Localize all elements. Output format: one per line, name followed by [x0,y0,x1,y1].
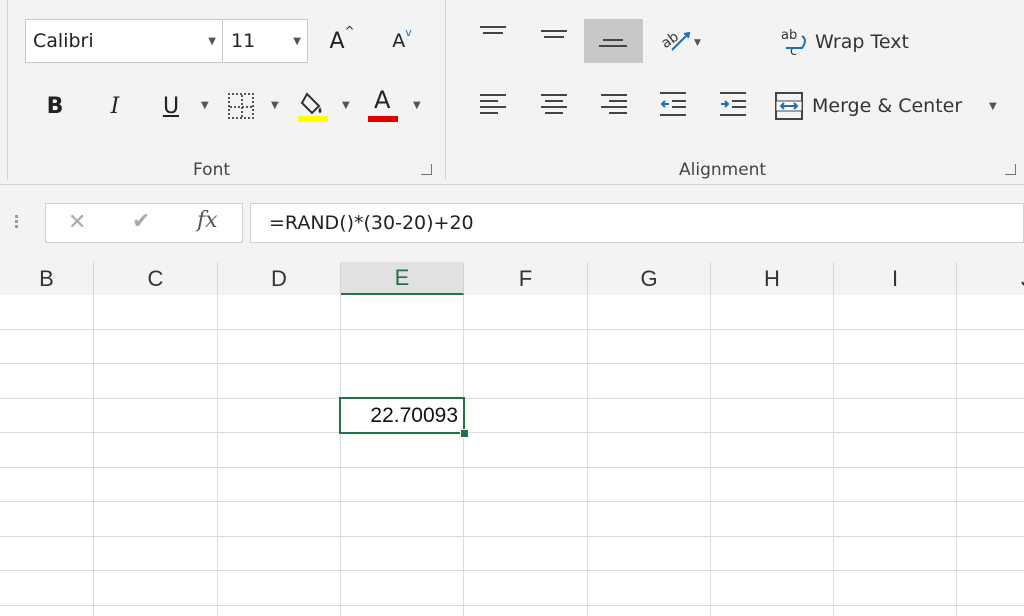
column-header-j[interactable]: J [957,262,1024,295]
gridline [0,363,1024,364]
alignment-dialog-launcher-icon[interactable] [1005,164,1016,175]
formula-text: =RAND()*(30-20)+20 [269,212,474,234]
column-header-g[interactable]: G [588,262,711,295]
group-separator [445,0,446,180]
column-header-c[interactable]: C [94,262,218,295]
borders-icon[interactable] [228,93,254,119]
svg-text:ab: ab [781,28,797,43]
enter-check-icon[interactable]: ✔ [132,209,150,234]
column-header-i[interactable]: I [834,262,957,295]
gridline [0,605,1024,606]
grip-handle-icon[interactable] [15,213,19,233]
wrap-text-icon: ab c [781,28,806,58]
gridline [217,295,218,616]
underline-dropdown-chevron[interactable]: ▼ [201,100,209,111]
insert-function-button[interactable]: fx [197,208,218,233]
gridline [340,295,341,616]
increase-indent-icon [720,92,746,116]
font-color-swatch [368,116,398,122]
fill-color-button[interactable] [298,88,330,124]
gridline [0,467,1024,468]
merge-center-label: Merge & Center [812,95,963,117]
increase-font-size-button[interactable]: A ^ [322,22,362,60]
gridline [710,295,711,616]
alignment-group-label: Alignment [679,160,767,180]
decrease-indent-button[interactable] [660,90,688,120]
column-header-f[interactable]: F [464,262,588,295]
font-name-dropdown[interactable]: Calibri ▼ [25,19,223,63]
column-header-b[interactable]: B [0,262,94,295]
cancel-icon[interactable]: ✕ [68,210,86,235]
orientation-icon: ab ▼ [658,29,701,52]
gridline [587,295,588,616]
svg-text:ab: ab [658,29,682,52]
svg-text:▼: ▼ [694,38,701,48]
formula-buttons-box: ✕ ✔ fx [45,203,243,243]
fill-color-dropdown-chevron[interactable]: ▼ [342,100,350,111]
column-header-d[interactable]: D [218,262,341,295]
svg-text:c: c [790,44,797,58]
font-color-dropdown-chevron[interactable]: ▼ [413,100,421,111]
font-name-value: Calibri [33,30,94,52]
top-align-button[interactable] [480,22,506,38]
gridline [833,295,834,616]
middle-align-button[interactable] [541,26,567,42]
merge-center-button[interactable]: Merge & Center ▼ [775,92,1005,124]
font-group-label: Font [193,160,231,180]
gridline [0,570,1024,571]
chevron-down-icon: ▼ [208,36,216,47]
align-left-button[interactable] [480,90,506,118]
font-color-icon: A [374,86,391,114]
underline-button[interactable]: U [154,88,188,124]
paint-bucket-icon [298,92,328,122]
formula-input[interactable]: =RAND()*(30-20)+20 [250,203,1024,243]
gridline [93,295,94,616]
column-header-e[interactable]: E [341,262,464,295]
align-right-button[interactable] [601,90,627,118]
group-separator [7,0,8,180]
font-size-value: 11 [231,30,256,52]
increase-indent-button[interactable] [720,90,748,120]
wrap-text-label: Wrap Text [815,31,909,53]
font-dialog-launcher-icon[interactable] [421,164,432,175]
gridline [0,329,1024,330]
italic-button[interactable]: I [98,88,132,124]
decrease-font-size-button[interactable]: A v [382,22,422,60]
decrease-font-icon: A [392,30,406,52]
chevron-down-icon: ▼ [293,36,301,47]
chevron-down-icon[interactable]: ▼ [989,101,997,112]
column-header-h[interactable]: H [711,262,834,295]
merge-center-icon [775,92,803,120]
borders-dropdown-chevron[interactable]: ▼ [271,100,279,111]
active-cell[interactable]: 22.70093 [339,397,465,434]
decrease-indent-icon [660,92,686,116]
bold-button[interactable]: B [38,88,72,124]
orientation-button[interactable]: ab ▼ [658,24,701,58]
gridline [0,398,1024,399]
gridline [0,536,1024,537]
bottom-align-button[interactable] [584,19,643,63]
gridline [463,295,464,616]
gridline [0,501,1024,502]
font-color-button[interactable]: A [368,86,400,124]
fill-handle[interactable] [460,429,469,438]
active-cell-value: 22.70093 [370,404,458,427]
gridline [956,295,957,616]
wrap-text-button[interactable]: ab c Wrap Text [780,26,920,58]
align-center-button[interactable] [541,90,567,118]
increase-font-icon: A [329,28,345,54]
font-size-dropdown[interactable]: 11 ▼ [222,19,308,63]
gridline [0,432,1024,433]
